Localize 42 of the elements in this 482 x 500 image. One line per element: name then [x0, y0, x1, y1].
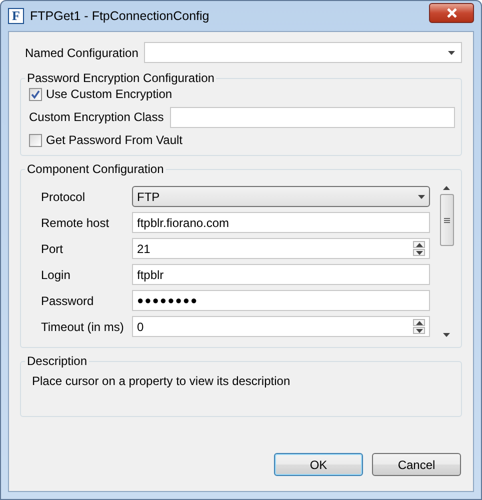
- field-label: Named Configuration: [25, 46, 138, 60]
- password-field[interactable]: ●●●●●●●●: [132, 290, 430, 311]
- scroll-thumb[interactable]: [440, 194, 454, 246]
- spinner-field[interactable]: 0: [132, 316, 430, 337]
- close-icon: [446, 8, 458, 18]
- up-arrow-icon: [416, 320, 422, 324]
- scroll-up-icon: [443, 186, 450, 190]
- spin-up-button[interactable]: [413, 241, 425, 248]
- dropdown-arrow-icon: [418, 194, 425, 198]
- checkmark-icon: [31, 90, 40, 98]
- property-label: Timeout (in ms): [41, 320, 125, 334]
- property-label: Password: [41, 294, 95, 308]
- group-title: Component Configuration: [26, 162, 165, 176]
- property-label: Remote host: [41, 216, 110, 230]
- spin-down-button[interactable]: [413, 327, 425, 334]
- down-arrow-icon: [416, 328, 422, 332]
- spin-up-button[interactable]: [413, 319, 425, 326]
- description-text: Place cursor on a property to view its description: [31, 373, 292, 390]
- spinner-field[interactable]: 21: [132, 238, 430, 259]
- checkbox[interactable]: Get Password From Vault: [29, 133, 455, 147]
- protocol-dropdown[interactable]: FTP: [132, 186, 430, 207]
- dropdown-arrow-icon: [448, 50, 455, 54]
- spin-down-button[interactable]: [413, 249, 425, 256]
- group-title: Password Encryption Configuration: [26, 71, 216, 85]
- dialog-button[interactable]: Cancel: [372, 453, 461, 476]
- text-field[interactable]: [170, 106, 455, 128]
- up-arrow-icon: [416, 242, 422, 246]
- text-field[interactable]: ftpblr.fiorano.com: [132, 212, 430, 233]
- down-arrow-icon: [416, 250, 422, 254]
- close-button[interactable]: [429, 3, 474, 23]
- dialog-button[interactable]: OK: [274, 453, 363, 476]
- text-field[interactable]: ftpblr: [132, 264, 430, 285]
- scroll-down-icon: [443, 333, 450, 337]
- property-label: Port: [41, 242, 64, 256]
- checkbox[interactable]: Use Custom Encryption: [29, 87, 455, 101]
- scrollbar[interactable]: [438, 186, 455, 337]
- field-label: Custom Encryption Class: [29, 110, 164, 124]
- property-label: Login: [41, 268, 72, 282]
- app-icon: F: [8, 8, 24, 24]
- window-title: FTPGet1 - FtpConnectionConfig: [30, 9, 210, 23]
- property-label: Protocol: [41, 190, 86, 204]
- group-title: Description: [26, 354, 88, 368]
